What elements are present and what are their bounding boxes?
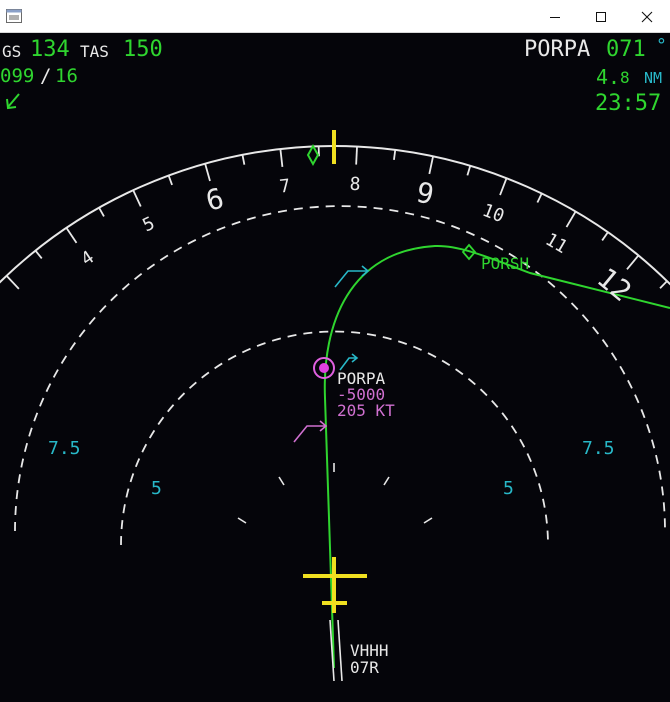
navigation-display: 4 5 6 7 8 9 10 11 12 GS 134 TAS 150 099 / 16 POR… (0, 33, 670, 702)
compass-tick (466, 165, 472, 176)
wind-separator: / (40, 65, 52, 87)
gs-label: GS (2, 42, 22, 61)
minimize-button[interactable] (532, 0, 578, 33)
gs-value: 134 (30, 37, 70, 62)
compass-label: 8 (349, 173, 362, 195)
wind-direction: 099 (0, 65, 35, 87)
nd-graphics (0, 130, 670, 682)
compass-tick (565, 211, 577, 228)
compass-tick (355, 146, 358, 165)
window-titlebar (0, 0, 670, 33)
cyan-constraint-symbol-mid (339, 353, 359, 371)
range-label-inner-left: 5 (151, 478, 162, 499)
distance-decimal: 8 (620, 68, 630, 87)
compass-rose (0, 145, 670, 290)
compass-arc (0, 145, 670, 286)
app-icon (6, 9, 22, 23)
maximize-button[interactable] (578, 0, 624, 33)
porpa-active-waypoint (313, 357, 335, 379)
runway-designator-label: 07R (350, 658, 379, 677)
track-diamond (306, 143, 320, 167)
wind-arrow-icon (6, 93, 20, 110)
minimize-icon (550, 16, 560, 18)
wind-speed: 16 (55, 65, 78, 87)
close-button[interactable] (624, 0, 670, 33)
porsh-label: PORSH (481, 254, 530, 273)
range-label-outer-right: 7.5 (582, 438, 615, 459)
distance-unit: NM (644, 69, 663, 87)
aircraft-symbol (303, 557, 367, 613)
compass-tick (601, 231, 609, 241)
compass-tick (659, 280, 668, 289)
compass-tick (536, 193, 543, 203)
active-waypoint-bearing: 071 (606, 37, 646, 62)
maximize-icon (596, 11, 606, 22)
compass-tick (499, 177, 508, 196)
magenta-constraint-symbol (293, 420, 328, 443)
compass-tick (167, 175, 173, 186)
range-ring-inner (120, 330, 549, 546)
range-label-outer-left: 7.5 (48, 438, 81, 459)
close-icon (641, 11, 653, 22)
compass-tick (34, 250, 43, 260)
active-waypoint-name: PORPA (524, 37, 591, 62)
runway-airport-label: VHHH (350, 641, 389, 660)
eta-time: 23:57 (595, 91, 662, 116)
compass-tick (428, 156, 434, 175)
range-ticks (237, 463, 433, 524)
tas-value: 150 (123, 37, 163, 62)
compass-tick (241, 154, 246, 165)
compass-tick (204, 163, 211, 182)
tas-label: TAS (80, 42, 109, 61)
porpa-speed-constraint: 205 KT (337, 401, 395, 420)
bearing-degree-symbol: ° (656, 35, 667, 56)
compass-tick (393, 149, 397, 160)
compass-tick (65, 227, 78, 244)
compass-tick (626, 254, 640, 270)
compass-tick (5, 275, 20, 290)
compass-tick (132, 189, 142, 207)
compass-tick (98, 207, 105, 217)
distance-integer: 4. (596, 65, 621, 89)
compass-tick (279, 148, 284, 168)
compass-label: 7 (278, 175, 292, 198)
route-line (323, 244, 670, 669)
range-label-inner-right: 5 (503, 478, 514, 499)
